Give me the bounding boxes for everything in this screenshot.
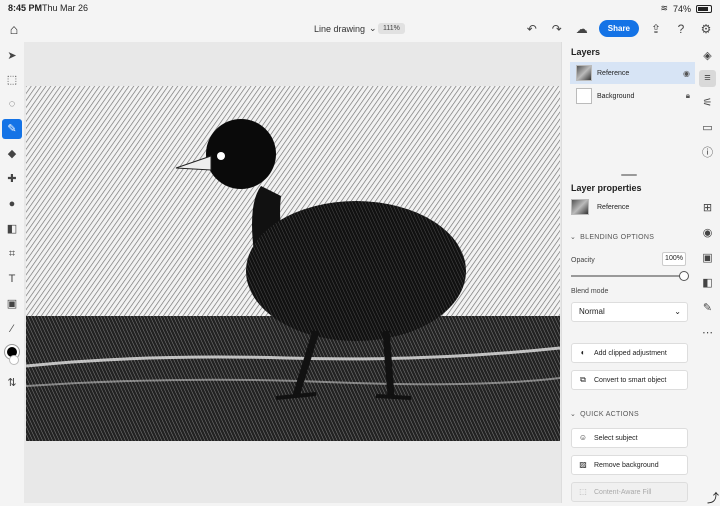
layers-title: Layers: [571, 47, 601, 57]
convert-smart-object-button[interactable]: ⧉ Convert to smart object: [571, 370, 688, 390]
move-tool-icon[interactable]: ➤: [2, 46, 22, 66]
status-time: 8:45 PM: [8, 3, 43, 13]
remove-background-button[interactable]: ▨ Remove background: [571, 455, 688, 475]
top-right-actions: ↶ ↷ ☁ Share ⇪ ? ⚙: [524, 20, 714, 37]
layer-properties-title: Layer properties: [571, 183, 642, 193]
mask-icon[interactable]: ▣: [699, 250, 716, 267]
lasso-tool-icon[interactable]: ◌: [2, 94, 22, 114]
battery-icon: [696, 4, 712, 13]
layer-name: Background: [597, 92, 635, 100]
layers-icon[interactable]: ◈: [699, 48, 716, 65]
image-tool-icon[interactable]: ▣: [2, 294, 22, 314]
layer-name: Reference: [597, 69, 630, 77]
opacity-slider-knob[interactable]: [679, 271, 689, 281]
status-bar: 8:45 PM Thu Mar 26 ≋ 74%: [0, 0, 720, 16]
comments-icon[interactable]: ▭: [699, 120, 716, 137]
eyedropper-icon[interactable]: ⁄: [2, 319, 22, 339]
layer-thumbnail: [571, 199, 589, 215]
cloud-icon[interactable]: ☁: [574, 21, 590, 37]
blend-mode-select[interactable]: Normal ⌄: [571, 302, 688, 322]
quick-actions-header[interactable]: ⌄ QUICK ACTIONS: [570, 410, 639, 419]
canvas-area[interactable]: [24, 42, 561, 503]
gear-icon[interactable]: ⚙: [698, 21, 714, 37]
brush-tool-icon[interactable]: ✎: [2, 119, 22, 139]
clone-tool-icon[interactable]: ●: [2, 194, 22, 214]
left-toolbar: ➤ ⬚ ◌ ✎ ◆ ✚ ● ◧ ⌗ T ▣ ⁄ ⇅: [0, 42, 24, 503]
redo-icon[interactable]: ↷: [549, 21, 565, 37]
content-aware-fill-button[interactable]: ⬚ Content-Aware Fill: [571, 482, 688, 502]
person-icon: ☺: [578, 433, 588, 442]
lock-icon[interactable]: 🔒︎: [686, 91, 690, 101]
adjustments-icon[interactable]: ⚟: [699, 95, 716, 112]
layer-row-reference[interactable]: Reference ◉: [570, 62, 696, 84]
share-button[interactable]: Share: [598, 20, 639, 37]
add-layer-icon[interactable]: ⊞: [699, 200, 716, 217]
more-icon[interactable]: ⋯: [699, 325, 716, 342]
chevron-down-icon: ⌄: [570, 411, 577, 418]
opacity-field[interactable]: 100%: [662, 252, 686, 266]
wifi-icon: ≋: [660, 3, 668, 13]
transform-tool-icon[interactable]: ⬚: [2, 70, 22, 90]
image-icon: ▨: [579, 460, 587, 469]
panel-resize-handle[interactable]: [621, 174, 637, 176]
line-drawing-image: [26, 86, 560, 441]
fill-tool-icon[interactable]: ◧: [2, 219, 22, 239]
layers-detail-icon[interactable]: ≡: [699, 70, 716, 87]
adjustment-icon: ◐: [580, 348, 586, 357]
zoom-level[interactable]: 111%: [378, 23, 405, 34]
document-canvas[interactable]: [26, 86, 560, 441]
smart-object-icon: ⧉: [580, 375, 586, 384]
document-title-dropdown[interactable]: Line drawing ⌄: [314, 23, 377, 34]
chevron-down-icon: ⌄: [674, 307, 681, 316]
layer-thumbnail: [576, 65, 592, 81]
undo-icon[interactable]: ↶: [524, 21, 540, 37]
background-color-swatch[interactable]: [9, 355, 19, 365]
blend-mode-label: Blend mode: [571, 288, 609, 295]
healing-tool-icon[interactable]: ✚: [2, 169, 22, 189]
export-icon[interactable]: ⇪: [648, 21, 664, 37]
top-bar: ⌂ Line drawing ⌄ 111% ↶ ↷ ☁ Share ⇪ ? ⚙: [0, 16, 720, 42]
page-curl-icon[interactable]: ⤴: [707, 489, 719, 506]
home-icon[interactable]: ⌂: [6, 21, 22, 37]
visibility-icon[interactable]: ◉: [699, 225, 716, 242]
brush-effects-icon[interactable]: ✎: [699, 300, 716, 317]
fx-icon[interactable]: ◧: [699, 275, 716, 292]
right-rail: ◈ ≡ ⚟ ▭ ⓘ ⊞ ◉ ▣ ◧ ✎ ⋯: [695, 42, 720, 503]
eye-icon[interactable]: ◉: [683, 69, 690, 78]
layer-row-background[interactable]: Background 🔒︎: [570, 85, 696, 107]
layers-panel: Layers Reference ◉ Background 🔒︎ Layer p…: [561, 42, 696, 503]
opacity-slider[interactable]: [571, 271, 689, 281]
swap-colors-icon[interactable]: ⇅: [2, 373, 22, 393]
help-icon[interactable]: ?: [673, 21, 689, 37]
layer-properties-name: Reference: [597, 203, 630, 211]
status-right: ≋ 74%: [660, 3, 712, 14]
battery-percent: 74%: [672, 3, 691, 14]
type-tool-icon[interactable]: T: [2, 269, 22, 289]
select-subject-button[interactable]: ☺ Select subject: [571, 428, 688, 448]
chevron-down-icon: ⌄: [570, 234, 577, 241]
chevron-down-icon: ⌄: [369, 23, 377, 33]
content-aware-icon: ⬚: [579, 487, 587, 496]
status-date: Thu Mar 26: [42, 3, 89, 13]
add-clipped-adjustment-button[interactable]: ◐ Add clipped adjustment: [571, 343, 688, 363]
document-title: Line drawing: [314, 23, 366, 34]
layer-properties-current: Reference: [571, 199, 629, 215]
eraser-tool-icon[interactable]: ◆: [2, 144, 22, 164]
opacity-label: Opacity: [571, 257, 595, 264]
crop-tool-icon[interactable]: ⌗: [2, 244, 22, 264]
info-icon[interactable]: ⓘ: [699, 145, 716, 162]
blending-options-header[interactable]: ⌄ BLENDING OPTIONS: [570, 233, 654, 242]
layer-thumbnail: [576, 88, 592, 104]
